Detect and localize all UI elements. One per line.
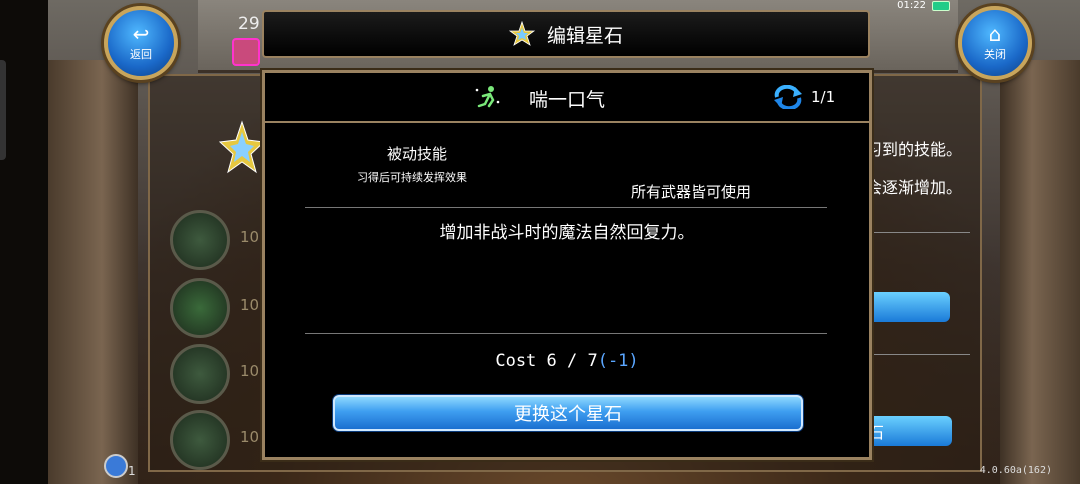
background-text: 会逐渐增加。 [866, 178, 963, 197]
close-label: 关闭 [984, 48, 1006, 61]
close-button[interactable]: ⌂ 关闭 [958, 6, 1032, 80]
skill-description: 增加非战斗时的魔法自然回复力。 [439, 223, 695, 243]
background-button[interactable] [866, 292, 950, 322]
background-divider [870, 232, 970, 233]
background-divider [870, 354, 970, 355]
network-icon [104, 454, 128, 478]
divider [305, 333, 827, 334]
cycle-icon[interactable] [773, 85, 803, 109]
background-text: 习到的技能。 [866, 140, 963, 159]
list-item-num: 10 [240, 228, 260, 246]
version-label: 4.0.60a(162) [979, 465, 1052, 476]
skill-type: 被动技能 [387, 145, 448, 163]
page-title-bar: 编辑星石 [262, 10, 870, 58]
list-item-num: 10 [240, 362, 260, 380]
list-item-icon[interactable] [170, 210, 230, 270]
background-button[interactable]: 石 [866, 416, 952, 446]
battery-icon [932, 0, 950, 11]
bottom-num: 1 [128, 464, 136, 478]
status-bar: 01:22 [897, 0, 950, 11]
list-item-icon[interactable] [170, 410, 230, 470]
cost-delta: (-1) [597, 351, 639, 371]
back-button[interactable]: ↩ 返回 [104, 6, 178, 80]
page-title: 编辑星石 [546, 24, 623, 47]
status-time: 01:22 [897, 0, 926, 11]
divider [305, 207, 827, 208]
star-stone-icon [218, 120, 266, 174]
weapon-restriction: 所有武器皆可使用 [631, 183, 752, 201]
page-indicator: 1/1 [811, 88, 836, 106]
home-icon: ⌂ [988, 22, 1002, 46]
skill-detail-modal: 喘一口气 1/1 被动技能 习得后可持续发挥效果 所有武器皆可使用 增加非战斗时… [262, 70, 872, 460]
back-label: 返回 [130, 48, 152, 61]
skill-type-desc: 习得后可持续发挥效果 [357, 171, 467, 184]
list-item-num: 10 [240, 428, 260, 446]
back-arrow-icon: ↩ [132, 22, 150, 46]
list-item-num: 10 [240, 296, 260, 314]
currency-value: 29 [238, 14, 260, 34]
modal-header: 喘一口气 1/1 [265, 73, 869, 123]
list-item-icon[interactable] [170, 344, 230, 404]
cost-display: Cost 6 / 7(-1) [265, 351, 869, 371]
replace-stone-button[interactable]: 更换这个星石 [333, 395, 803, 431]
drop-icon[interactable] [170, 278, 230, 338]
gift-icon[interactable] [232, 38, 260, 66]
background-pillar-left [48, 60, 138, 484]
phone-edge [0, 60, 6, 160]
cost-label: Cost 6 / 7 [495, 351, 598, 371]
star-stone-icon [508, 21, 535, 46]
background-pillar-right [1000, 60, 1080, 484]
